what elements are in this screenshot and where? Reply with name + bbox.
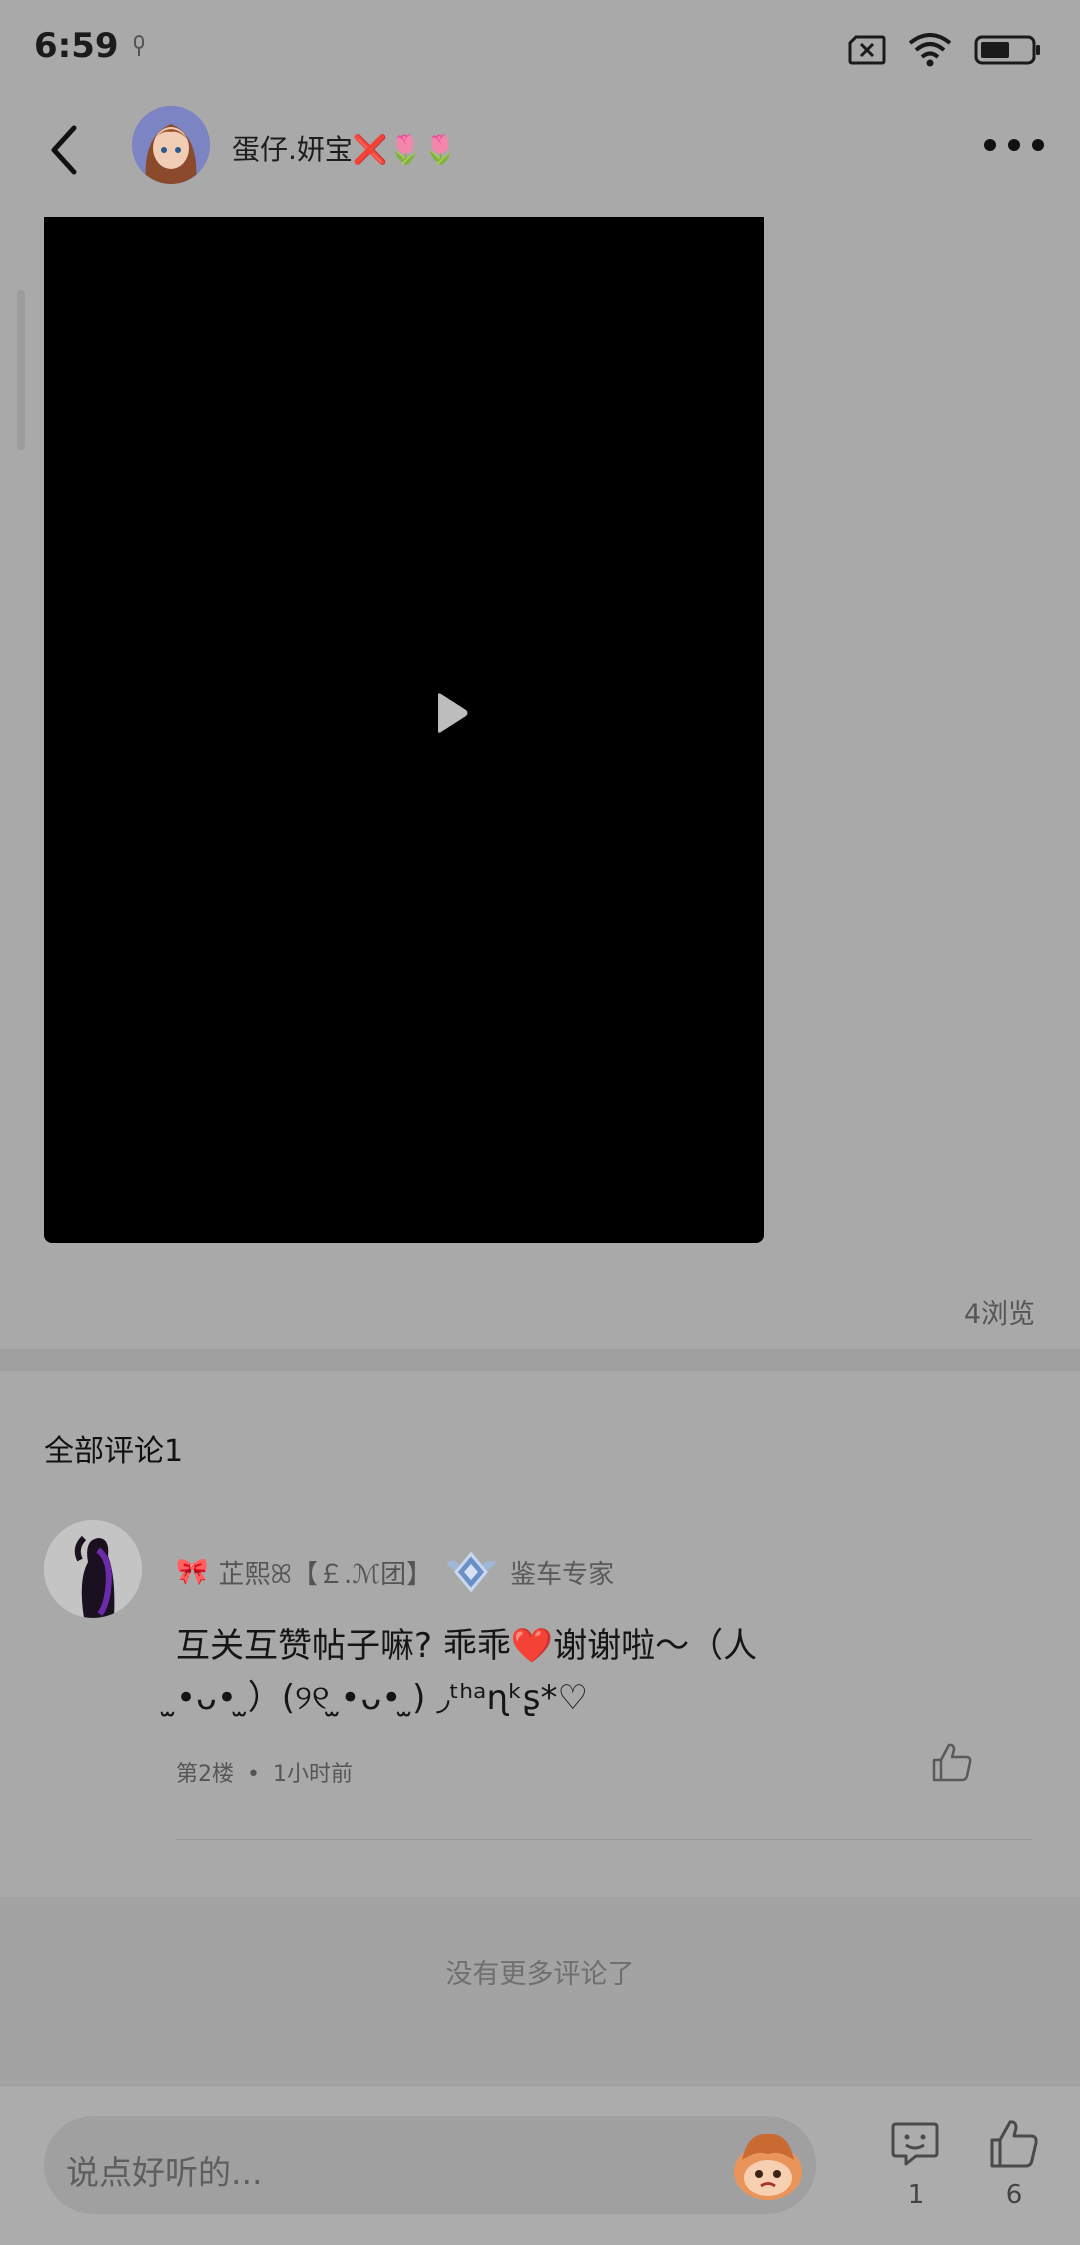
comment-meta: 第2楼 • 1小时前	[176, 1756, 353, 1788]
comment-count: 1	[907, 2180, 925, 2210]
like-count: 6	[1005, 2180, 1023, 2210]
comment-icon[interactable]	[890, 2120, 940, 2168]
no-more-comments: 没有更多评论了	[445, 1959, 635, 1990]
battery-icon	[974, 35, 1040, 65]
meta-dot: •	[247, 1762, 260, 1787]
view-count: 4浏览	[963, 1299, 1035, 1330]
avatar[interactable]	[132, 106, 210, 184]
video-player[interactable]	[44, 217, 764, 1243]
comment-time: 1小时前	[272, 1762, 353, 1787]
scroll-indicator	[17, 290, 25, 450]
back-arrow-icon[interactable]	[40, 120, 90, 180]
section-divider	[0, 1349, 1080, 1371]
end-of-list-band	[0, 1897, 1080, 2085]
status-time: 6:59	[34, 26, 119, 66]
comment-text: 互关互赞帖子嘛? 乖乖❤️谢谢啦～（人 ̫•ᴗ• ̫）(୨୧ ̫•ᴗ• ̫) ◞…	[176, 1626, 758, 1718]
comment-avatar[interactable]	[44, 1520, 142, 1618]
comment-author-row: 🎀 芷熙ꕤ【￡.ℳ团】 鉴车专家	[176, 1548, 614, 1596]
comment-like-icon[interactable]	[930, 1740, 974, 1784]
more-dots-icon[interactable]	[984, 130, 1044, 160]
like-icon[interactable]	[988, 2118, 1040, 2170]
comment-input-placeholder[interactable]: 说点好听的...	[66, 2146, 262, 2194]
expert-badge-icon	[446, 1551, 497, 1593]
emoji-sticker-icon[interactable]	[728, 2126, 808, 2206]
comment-separator	[176, 1839, 1032, 1840]
comments-title: 全部评论1	[44, 1434, 184, 1469]
mic-icon	[134, 35, 144, 56]
play-icon[interactable]	[432, 691, 472, 735]
status-icons	[848, 30, 1042, 70]
comment-author[interactable]: 芷熙ꕤ【￡.ℳ团】	[218, 1554, 432, 1591]
ribbon-icon: 🎀	[176, 1557, 209, 1587]
sim-error-icon	[848, 35, 886, 65]
wifi-icon	[908, 33, 952, 67]
username[interactable]: 蛋仔.妍宝❌🌷🌷	[232, 128, 458, 168]
comment-floor: 第2楼	[176, 1762, 234, 1787]
comment-badge-label: 鉴车专家	[510, 1559, 615, 1590]
